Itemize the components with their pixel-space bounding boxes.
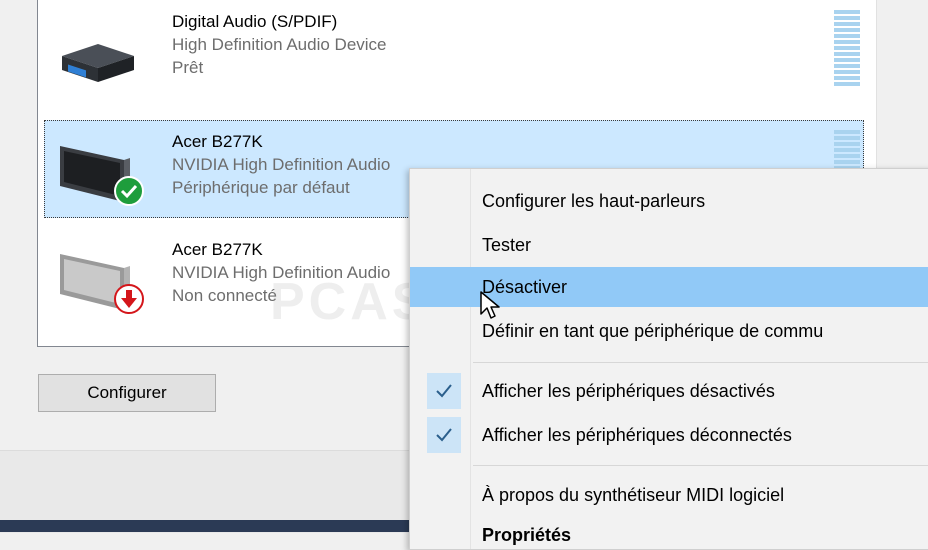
- menu-item-configure-speakers[interactable]: Configurer les haut-parleurs: [410, 181, 928, 221]
- menu-item-label: Afficher les périphériques déconnectés: [482, 425, 792, 445]
- digital-audio-device-icon: [54, 18, 140, 90]
- device-status: Périphérique par défaut: [172, 178, 350, 197]
- device-status: Non connecté: [172, 286, 277, 305]
- mouse-cursor-icon: [479, 290, 501, 325]
- menu-item-label: Afficher les périphériques désactivés: [482, 381, 775, 401]
- device-driver: NVIDIA High Definition Audio: [172, 155, 391, 174]
- menu-item-show-disabled[interactable]: Afficher les périphériques désactivés: [410, 371, 928, 411]
- taskbar-fragment: [0, 520, 420, 532]
- device-name: Acer B277K: [172, 240, 263, 259]
- device-item-digital-audio[interactable]: Digital Audio (S/PDIF) High Definition A…: [44, 0, 864, 98]
- menu-item-label: Configurer les haut-parleurs: [482, 191, 706, 211]
- device-driver: High Definition Audio Device: [172, 35, 387, 54]
- menu-item-test[interactable]: Tester: [410, 225, 928, 265]
- disconnected-arrow-icon: [114, 284, 144, 314]
- menu-item-properties[interactable]: Propriétés: [482, 525, 571, 546]
- menu-item-about-midi[interactable]: À propos du synthétiseur MIDI logiciel: [410, 475, 928, 515]
- default-check-icon: [114, 176, 144, 206]
- device-status: Prêt: [172, 58, 204, 77]
- menu-item-label: Définir en tant que périphérique de comm…: [482, 321, 824, 341]
- menu-item-show-disconnected[interactable]: Afficher les périphériques déconnectés: [410, 415, 928, 455]
- checkmark-icon: [427, 373, 461, 409]
- checkmark-icon: [427, 417, 461, 453]
- device-name: Acer B277K: [172, 132, 263, 151]
- menu-separator: [473, 465, 928, 466]
- device-name: Digital Audio (S/PDIF): [172, 12, 338, 31]
- menu-item-label: Tester: [482, 235, 532, 255]
- configure-button[interactable]: Configurer: [38, 374, 216, 412]
- menu-separator: [473, 362, 928, 363]
- menu-item-label: À propos du synthétiseur MIDI logiciel: [482, 485, 785, 505]
- volume-meter: [834, 10, 860, 90]
- context-menu: Configurer les haut-parleurs Tester Désa…: [409, 168, 928, 550]
